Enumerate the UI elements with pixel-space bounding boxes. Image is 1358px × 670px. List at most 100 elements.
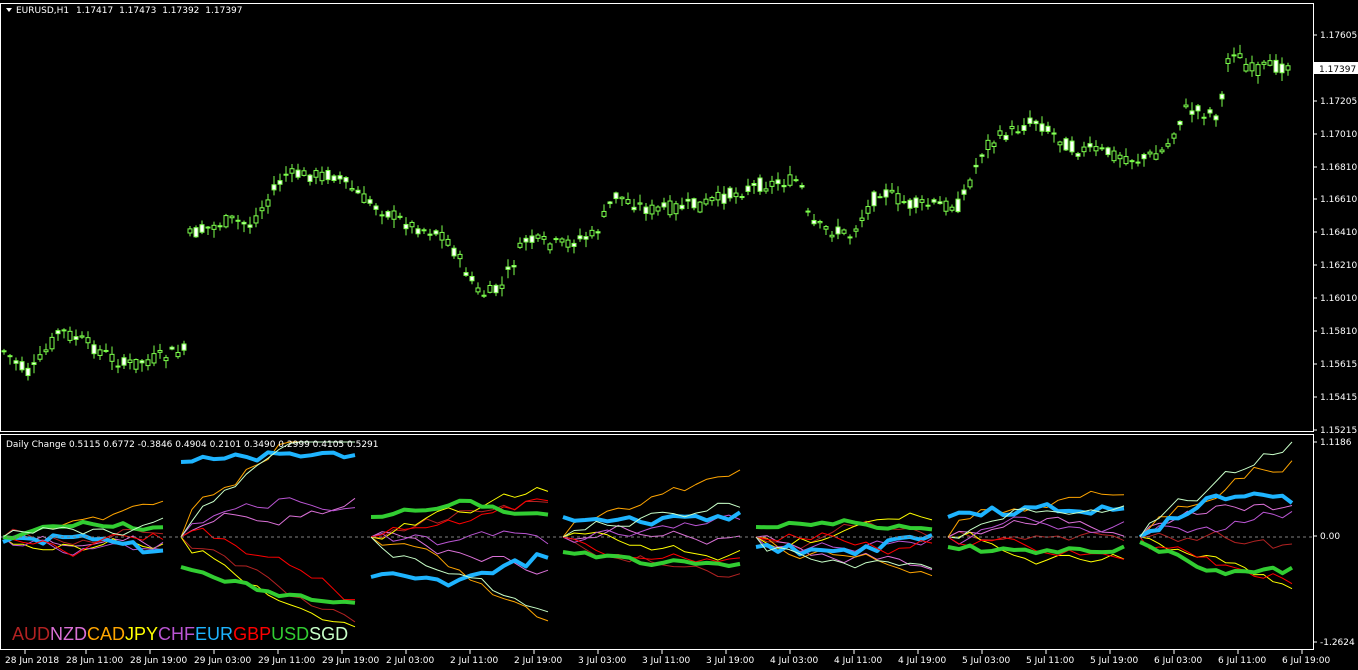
candle-body (835, 226, 841, 235)
candle-body (1159, 149, 1165, 153)
candle-body (607, 201, 613, 205)
candle-body (463, 272, 469, 276)
candle-body (1231, 54, 1237, 57)
time-tick-label: 3 Jul 03:00 (578, 656, 627, 666)
candle-body (91, 344, 97, 355)
candle-body (373, 205, 379, 210)
time-tick-label: 2 Jul 11:00 (450, 656, 499, 666)
candle-body (967, 179, 973, 188)
candle-body (1105, 147, 1111, 156)
candle-body (739, 196, 745, 199)
indicator-tick-label: 0.00 (1320, 532, 1340, 542)
candle-body (169, 346, 175, 350)
price-tick-label: 1.17010 (1320, 130, 1357, 140)
current-price-label: 1.17397 (1319, 65, 1356, 75)
candle-body (667, 200, 673, 216)
candle-body (817, 220, 823, 224)
candle-body (1111, 150, 1117, 162)
candle-body (1075, 153, 1081, 157)
currency-line-chf (180, 497, 356, 538)
candle-body (1261, 61, 1267, 65)
candle-body (241, 221, 247, 225)
candle-body (913, 197, 919, 208)
candle-body (295, 169, 301, 178)
chart-canvas[interactable]: 1.17605 1.17205 1.17010 1.16810 1.16610 1.164… (0, 0, 1358, 670)
candle-body (121, 357, 127, 366)
candle-body (37, 354, 43, 360)
candle-body (541, 236, 547, 240)
candle-body (1003, 134, 1009, 141)
candle-body (865, 206, 871, 214)
candle-body (643, 206, 649, 214)
legend-cad: CAD (87, 624, 125, 644)
candle-body (127, 359, 133, 364)
candle-body (319, 171, 325, 182)
candle-body (841, 229, 847, 234)
candle-body (493, 284, 499, 294)
time-tick-label: 28 Jun 11:00 (66, 656, 123, 666)
candle-body (481, 294, 487, 297)
candle-body (559, 238, 565, 243)
candle-body (943, 200, 949, 212)
currency-line-aud (180, 536, 356, 623)
candle-body (1063, 138, 1069, 151)
candle-body (553, 238, 559, 241)
legend-chf: CHF (158, 624, 195, 644)
candle-body (547, 243, 553, 251)
candle-body (949, 206, 955, 211)
candle-body (277, 180, 283, 185)
price-tick-label: 1.17605 (1320, 31, 1357, 41)
candle-body (1249, 62, 1255, 72)
currency-line-gbp (180, 527, 355, 601)
candle-body (1, 350, 7, 353)
candle-body (895, 193, 901, 205)
candle-body (499, 284, 505, 289)
price-tick-label: 1.15215 (1320, 426, 1357, 436)
price-tick-label: 1.16010 (1320, 294, 1357, 304)
candle-body (853, 228, 859, 232)
currency-line-eur (947, 502, 1125, 519)
candle-body (1051, 132, 1057, 135)
candle-body (1027, 117, 1033, 124)
candle-body (457, 253, 463, 260)
time-tick-label: 29 Jun 19:00 (322, 656, 379, 666)
currency-line-gbp (1139, 536, 1293, 585)
time-tick-label: 29 Jun 11:00 (258, 656, 315, 666)
candle-body (721, 193, 727, 204)
symbol-menu-triangle-icon[interactable] (6, 8, 12, 12)
candle-body (1015, 131, 1021, 134)
currency-line-usd (1139, 540, 1294, 577)
currency-line-eur (1138, 491, 1294, 539)
candle-body (583, 236, 589, 240)
candle-body (703, 198, 709, 205)
price-tick-label: 1.15415 (1320, 393, 1357, 403)
candle-body (535, 234, 541, 239)
candle-body (691, 198, 697, 209)
candle-body (289, 168, 295, 174)
price-axis: 1.17605 1.17205 1.17010 1.16810 1.16610 1.164… (1313, 31, 1357, 436)
candle-body (505, 266, 511, 270)
candles-group (1, 44, 1291, 381)
candle-body (367, 199, 373, 204)
candle-body (889, 189, 895, 193)
candle-body (955, 198, 961, 213)
candle-body (1279, 63, 1285, 74)
candle-body (271, 184, 277, 191)
candle-body (433, 230, 439, 235)
candle-body (1093, 146, 1099, 152)
candle-body (67, 330, 73, 341)
candle-body (193, 227, 199, 238)
price-tick-label: 1.15810 (1320, 327, 1357, 337)
time-tick-label: 4 Jul 19:00 (898, 656, 947, 666)
time-tick-label: 28 Jun 2018 (5, 656, 59, 666)
candle-body (589, 229, 595, 237)
candle-body (25, 367, 31, 377)
candle-body (985, 139, 991, 151)
candle-body (931, 199, 937, 203)
candle-body (1195, 105, 1201, 112)
candle-body (811, 219, 817, 225)
candle-body (763, 188, 769, 192)
legend-eur: EUR (195, 624, 233, 644)
candle-body (313, 170, 319, 178)
candle-body (829, 234, 835, 238)
